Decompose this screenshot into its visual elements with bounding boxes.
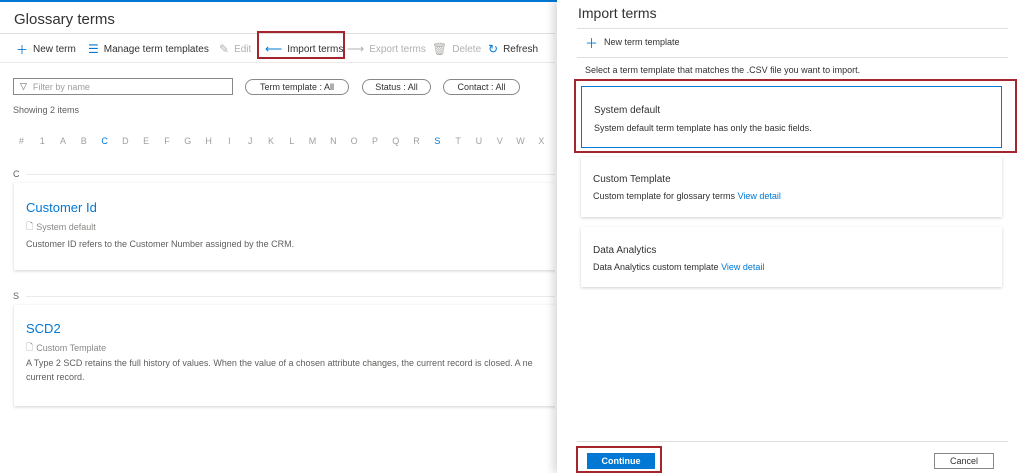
refresh-icon: ↻ xyxy=(488,42,499,56)
system-default-highlight xyxy=(574,79,1017,153)
status-filter[interactable]: Status : All xyxy=(362,79,431,95)
alphabet-letter[interactable]: R xyxy=(406,136,427,146)
view-detail-link[interactable]: View detail xyxy=(721,262,764,272)
filter-by-name-input[interactable]: ▽ Filter by name xyxy=(13,78,233,95)
divider xyxy=(0,62,555,63)
export-terms-button[interactable]: ⟶ Export terms xyxy=(347,39,426,59)
term-name-link[interactable]: SCD2 xyxy=(26,321,61,336)
alphabet-letter[interactable]: O xyxy=(344,136,365,146)
alphabet-letter[interactable]: J xyxy=(240,136,261,146)
page-title: Glossary terms xyxy=(14,11,115,28)
term-description: Customer ID refers to the Customer Numbe… xyxy=(26,239,295,249)
filter-placeholder: Filter by name xyxy=(32,81,90,92)
alphabet-letter[interactable]: B xyxy=(73,136,94,146)
manage-templates-button[interactable]: ☰ Manage term templates xyxy=(88,39,209,59)
filter-icon: ▽ xyxy=(20,81,27,91)
alphabet-letter[interactable]: F xyxy=(157,136,178,146)
option-title: Data Analytics xyxy=(593,245,657,256)
alphabet-letter[interactable]: X xyxy=(531,136,552,146)
alphabet-letter[interactable]: T xyxy=(448,136,469,146)
term-template-filter[interactable]: Term template : All xyxy=(245,79,349,95)
term-name-link[interactable]: Customer Id xyxy=(26,200,97,215)
alphabet-letter[interactable]: G xyxy=(177,136,198,146)
new-term-button[interactable]: ＋ New term xyxy=(16,39,76,59)
sliders-icon: ☰ xyxy=(88,42,99,56)
alphabet-letter[interactable]: C xyxy=(94,136,115,146)
alphabet-letter[interactable]: D xyxy=(115,136,136,146)
refresh-label: Refresh xyxy=(503,43,539,55)
delete-button[interactable]: 🗑 Delete xyxy=(432,39,481,59)
glossary-page: Glossary terms ＋ New term ☰ Manage term … xyxy=(0,2,555,473)
alphabet-index: #1 A B C D E F G H I J K L M N O P Q R S T U V W X xyxy=(11,136,552,146)
alphabet-letter[interactable]: S xyxy=(427,136,448,146)
plus-icon: ＋ xyxy=(585,35,599,51)
term-card-scd2: SCD2 🗋 Custom Template A Type 2 SCD reta… xyxy=(14,305,555,406)
panel-title: Import terms xyxy=(578,5,657,21)
trash-icon: 🗑 xyxy=(432,42,448,56)
alphabet-letter[interactable]: P xyxy=(365,136,386,146)
alphabet-letter[interactable]: # xyxy=(11,136,32,146)
term-template-label: System default xyxy=(36,222,96,232)
contact-filter[interactable]: Contact : All xyxy=(443,79,520,95)
import-terms-highlight xyxy=(257,31,345,59)
option-title: Custom Template xyxy=(593,174,671,185)
section-letter: S xyxy=(13,291,20,301)
view-detail-link[interactable]: View detail xyxy=(738,191,781,201)
alphabet-letter[interactable]: N xyxy=(323,136,344,146)
new-term-template-label: New term template xyxy=(604,37,680,47)
alphabet-letter[interactable]: 1 xyxy=(32,136,53,146)
alphabet-letter[interactable]: A xyxy=(53,136,74,146)
cancel-button[interactable]: Cancel xyxy=(934,453,994,469)
term-template-label: Custom Template xyxy=(36,343,107,353)
alphabet-letter[interactable]: Q xyxy=(385,136,406,146)
divider xyxy=(577,57,1008,58)
option-description: Custom template for glossary terms View … xyxy=(593,191,781,201)
divider xyxy=(577,441,1008,442)
alphabet-letter[interactable]: W xyxy=(510,136,531,146)
export-terms-label: Export terms xyxy=(369,43,426,55)
template-option-data-analytics[interactable]: Data Analytics Data Analytics custom tem… xyxy=(581,227,1002,287)
plus-icon: ＋ xyxy=(16,42,29,57)
option-description: Data Analytics custom template View deta… xyxy=(593,262,765,272)
edit-label: Edit xyxy=(234,43,252,55)
term-description: A Type 2 SCD retains the full history of… xyxy=(26,358,533,368)
term-template: 🗋 Custom Template xyxy=(26,340,106,356)
divider xyxy=(577,28,1008,29)
manage-templates-label: Manage term templates xyxy=(103,43,209,55)
section-divider xyxy=(26,296,555,297)
alphabet-letter[interactable]: H xyxy=(198,136,219,146)
alphabet-letter[interactable]: M xyxy=(302,136,323,146)
new-term-template-button[interactable]: ＋ New term template xyxy=(585,33,680,51)
template-icon: 🗋 xyxy=(26,221,34,231)
import-terms-panel: Import terms ＋ New term template Select … xyxy=(557,0,1024,473)
term-template: 🗋 System default xyxy=(26,219,96,235)
export-arrow-icon: ⟶ xyxy=(347,42,365,56)
refresh-button[interactable]: ↻ Refresh xyxy=(488,39,538,59)
alphabet-letter[interactable]: E xyxy=(136,136,157,146)
instruction-text: Select a term template that matches the … xyxy=(585,65,861,75)
delete-label: Delete xyxy=(452,43,482,55)
edit-button[interactable]: ✎ Edit xyxy=(219,39,251,59)
alphabet-letter[interactable]: I xyxy=(219,136,240,146)
alphabet-letter[interactable]: V xyxy=(489,136,510,146)
pencil-icon: ✎ xyxy=(219,42,230,56)
term-card-customer-id: Customer Id 🗋 System default Customer ID… xyxy=(14,183,555,270)
continue-highlight xyxy=(576,446,662,473)
alphabet-letter[interactable]: L xyxy=(281,136,302,146)
section-letter: C xyxy=(13,169,20,179)
term-description-line2: current record. xyxy=(26,372,85,382)
items-count: Showing 2 items xyxy=(13,105,80,115)
section-divider xyxy=(26,174,555,175)
template-icon: 🗋 xyxy=(26,342,34,352)
new-term-label: New term xyxy=(33,43,76,55)
template-option-custom-template[interactable]: Custom Template Custom template for glos… xyxy=(581,157,1002,217)
alphabet-letter[interactable]: U xyxy=(469,136,490,146)
alphabet-letter[interactable]: K xyxy=(261,136,282,146)
